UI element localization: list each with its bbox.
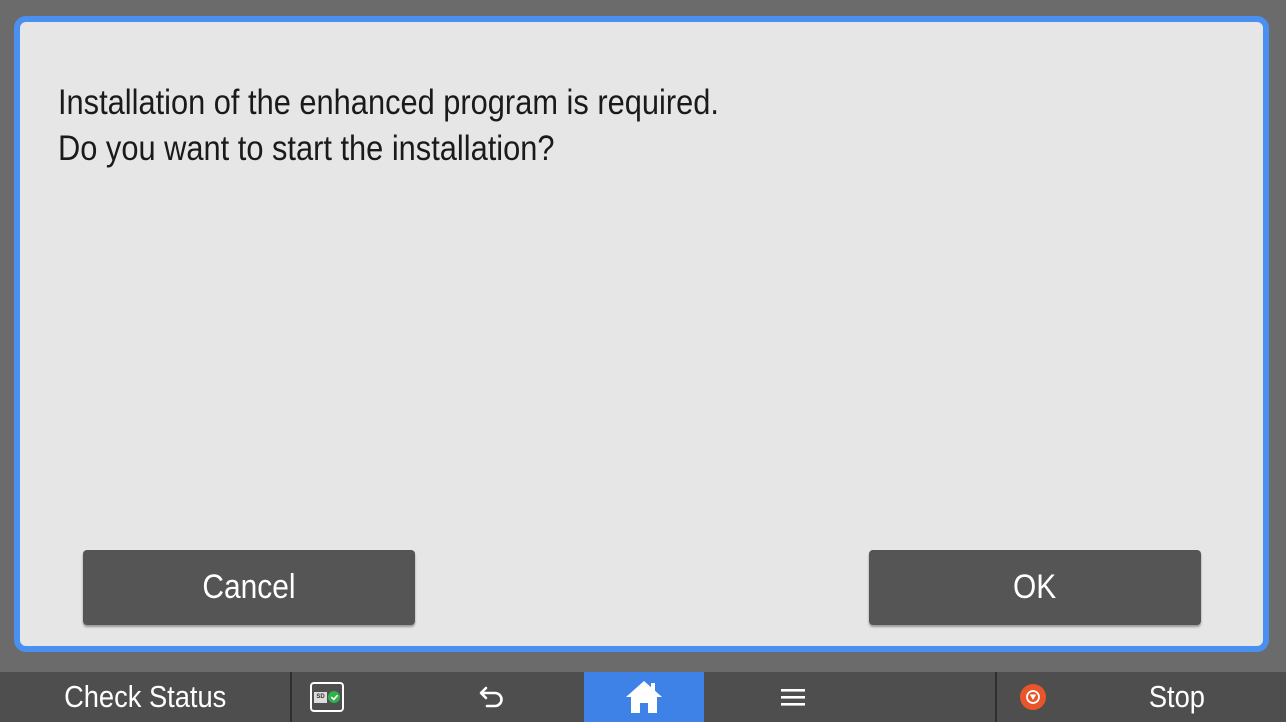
sd-card-icon: SD [314, 691, 327, 703]
dialog-message-line2: Do you want to start the installation? [58, 129, 555, 168]
cancel-button-label: Cancel [202, 568, 296, 606]
stop-button[interactable]: Stop [997, 672, 1286, 722]
ok-button-label: OK [1013, 568, 1057, 606]
sd-card-status-icon: SD [310, 682, 344, 712]
ok-button[interactable]: OK [869, 550, 1201, 625]
stop-icon [1020, 684, 1046, 710]
check-status-button[interactable]: Check Status [0, 672, 290, 722]
check-icon [328, 691, 340, 703]
back-icon [479, 686, 503, 708]
home-icon [626, 681, 662, 713]
screen: Installation of the enhanced program is … [0, 0, 1286, 722]
home-button[interactable] [584, 672, 704, 722]
menu-button[interactable] [755, 672, 830, 722]
system-taskbar: Check Status SD Stop [0, 672, 1286, 722]
cancel-button[interactable]: Cancel [83, 550, 415, 625]
menu-icon [780, 689, 805, 706]
dialog-message: Installation of the enhanced program is … [58, 80, 719, 172]
stop-label: Stop [1148, 679, 1205, 714]
sd-card-status-button[interactable]: SD [292, 672, 362, 722]
dialog-message-line1: Installation of the enhanced program is … [58, 83, 719, 122]
check-status-label: Check Status [63, 679, 227, 714]
back-button[interactable] [455, 672, 530, 722]
confirmation-dialog: Installation of the enhanced program is … [14, 16, 1269, 652]
